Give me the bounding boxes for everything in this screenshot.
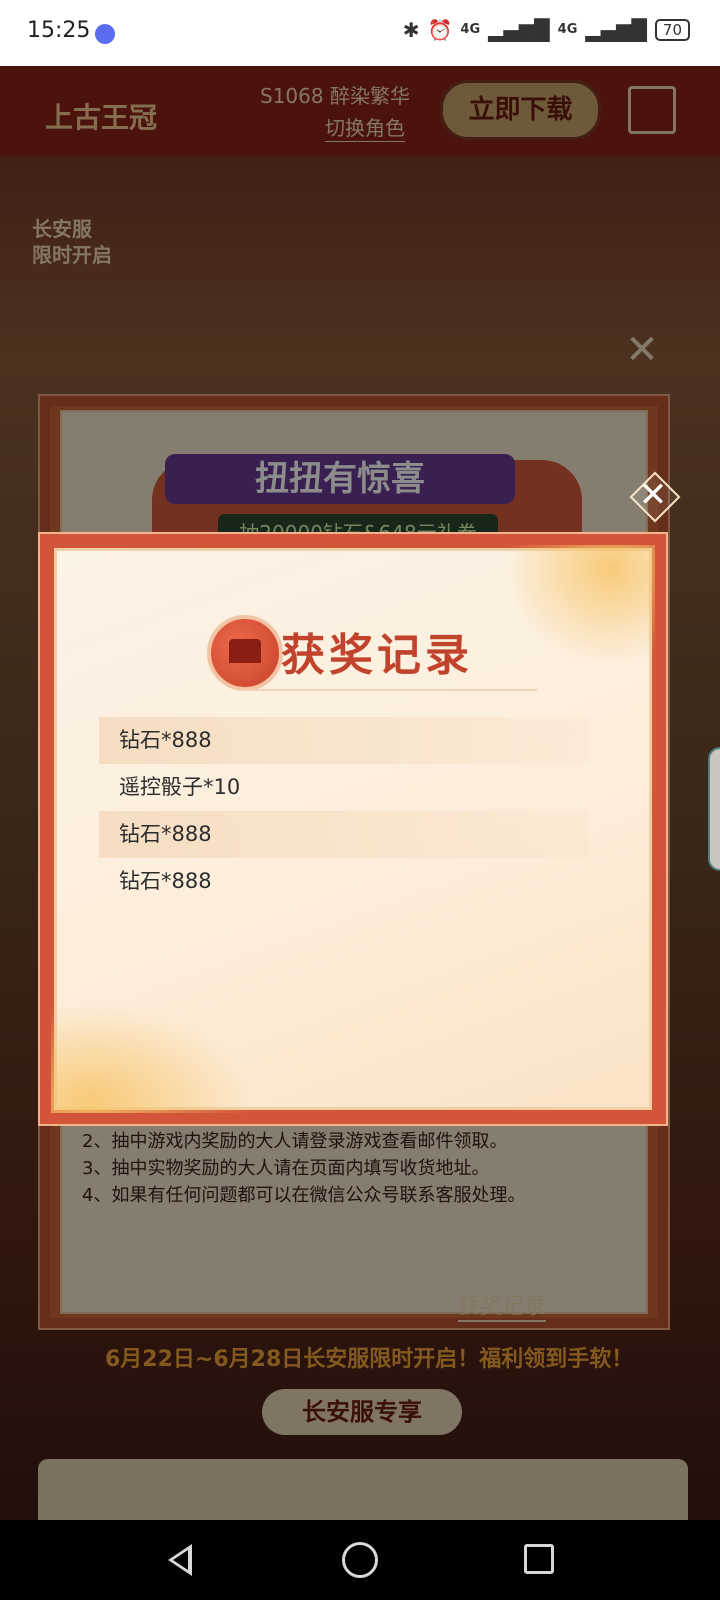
award-row: 钻石*888 xyxy=(99,811,589,858)
app-icon xyxy=(95,24,115,44)
award-modal: 获奖记录 钻石*888 遥控骰子*10 钻石*888 钻石*888 xyxy=(38,532,668,1126)
network-label-2: 4G xyxy=(557,22,578,37)
bluetooth-icon: ✱ xyxy=(402,18,420,42)
network-label: 4G xyxy=(460,22,481,37)
pavilion-icon xyxy=(229,639,261,663)
recent-apps-icon[interactable] xyxy=(518,1538,562,1582)
award-modal-frame: 获奖记录 钻石*888 遥控骰子*10 钻石*888 钻石*888 xyxy=(51,545,655,1113)
award-list: 钻石*888 遥控骰子*10 钻石*888 钻石*888 xyxy=(99,717,589,905)
award-header: 获奖记录 xyxy=(207,611,557,701)
award-title: 获奖记录 xyxy=(281,630,473,681)
signal-icon: ▂▄▆█ xyxy=(488,18,550,42)
pavilion-emblem-icon xyxy=(207,615,283,691)
signal-icon-2: ▂▄▆█ xyxy=(585,18,647,42)
navigation-bar xyxy=(0,1520,720,1600)
award-row: 钻石*888 xyxy=(119,869,212,893)
status-time: 15:25 xyxy=(27,18,91,43)
battery-icon: 70 xyxy=(654,19,690,41)
alarm-icon: ⏰ xyxy=(427,18,453,42)
close-icon: ✕ xyxy=(638,475,668,515)
header-divider xyxy=(237,689,537,691)
edge-panel-handle[interactable] xyxy=(708,747,720,871)
status-icons: ✱ ⏰ 4G ▂▄▆█ 4G ▂▄▆█ 70 xyxy=(403,18,690,42)
award-row: 遥控骰子*10 xyxy=(119,775,241,799)
home-icon[interactable] xyxy=(338,1538,382,1582)
award-row: 钻石*888 xyxy=(99,717,589,764)
status-bar: 15:25 ✱ ⏰ 4G ▂▄▆█ 4G ▂▄▆█ 70 xyxy=(0,0,720,66)
back-icon[interactable] xyxy=(160,1538,204,1582)
cloud-decoration xyxy=(51,1003,251,1113)
award-close-button[interactable]: ✕ xyxy=(629,471,681,523)
